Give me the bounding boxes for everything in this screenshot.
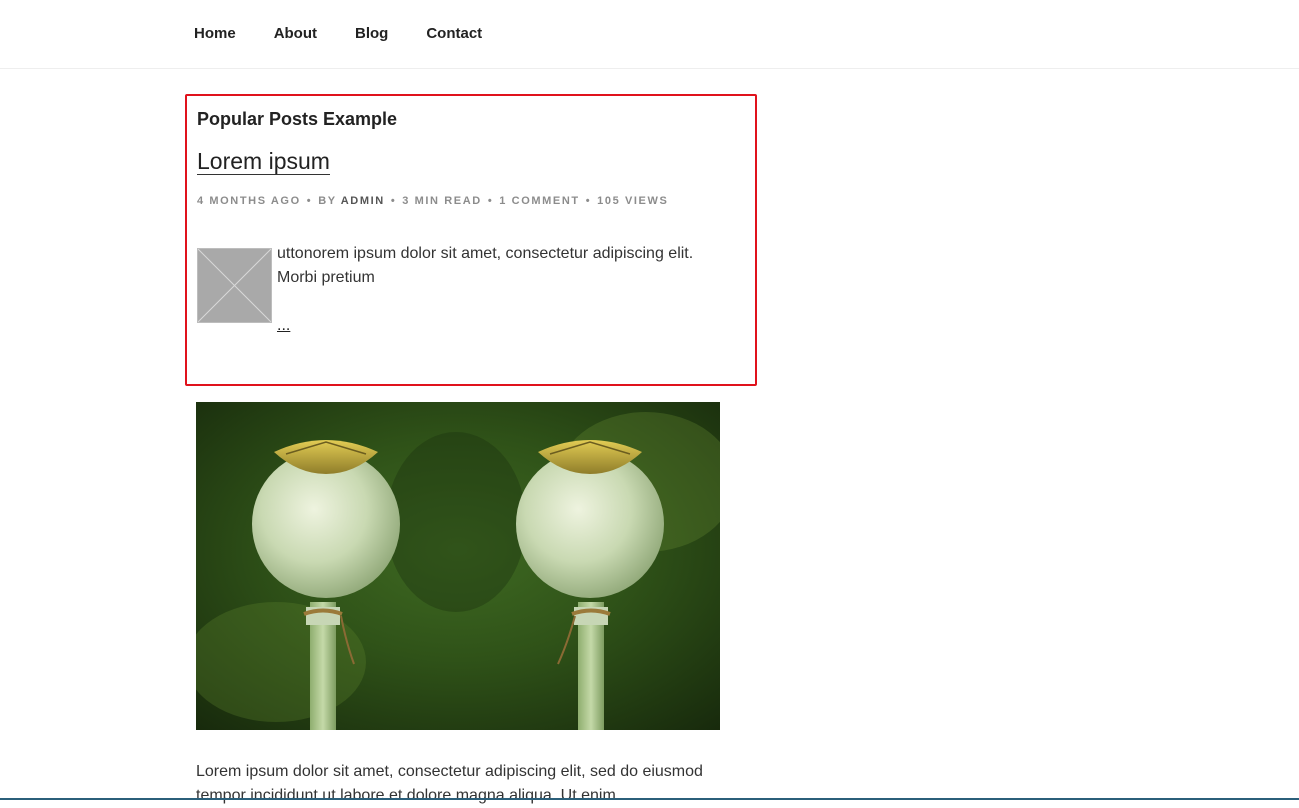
post-time-ago: 4 months ago (197, 195, 301, 207)
post-meta: 4 months ago • by admin • 3 min read • 1 comme… (197, 195, 669, 207)
poppy-pods-image (196, 402, 720, 730)
post-by-label: by (318, 195, 337, 207)
read-more-link[interactable]: ... (277, 317, 290, 335)
nav-blog-link[interactable]: Blog (355, 25, 388, 42)
popular-posts-widget: Popular Posts Example Lorem ipsum 4 mont… (185, 94, 757, 386)
nav-about-link[interactable]: About (274, 25, 317, 42)
top-navigation: Home About Blog Contact (0, 0, 1299, 69)
nav-menu: Home About Blog Contact (194, 25, 520, 43)
post-excerpt: uttonorem ipsum dolor sit amet, consecte… (277, 245, 694, 286)
post-comments-link[interactable]: 1 comment (499, 195, 579, 207)
post-title-link[interactable]: Lorem ipsum (197, 148, 330, 175)
image-placeholder-icon (198, 249, 271, 322)
nav-contact-link[interactable]: Contact (426, 25, 482, 42)
post-thumbnail-placeholder[interactable] (197, 248, 272, 323)
widget-title: Popular Posts Example (197, 109, 398, 129)
post-views: 105 views (597, 195, 669, 207)
post-read-time: 3 min read (402, 195, 482, 207)
post-author-link[interactable]: admin (341, 195, 385, 207)
featured-image-poppy-pods (196, 402, 720, 730)
article-body-text: Lorem ipsum dolor sit amet, consectetur … (196, 763, 703, 804)
nav-home-link[interactable]: Home (194, 25, 236, 42)
